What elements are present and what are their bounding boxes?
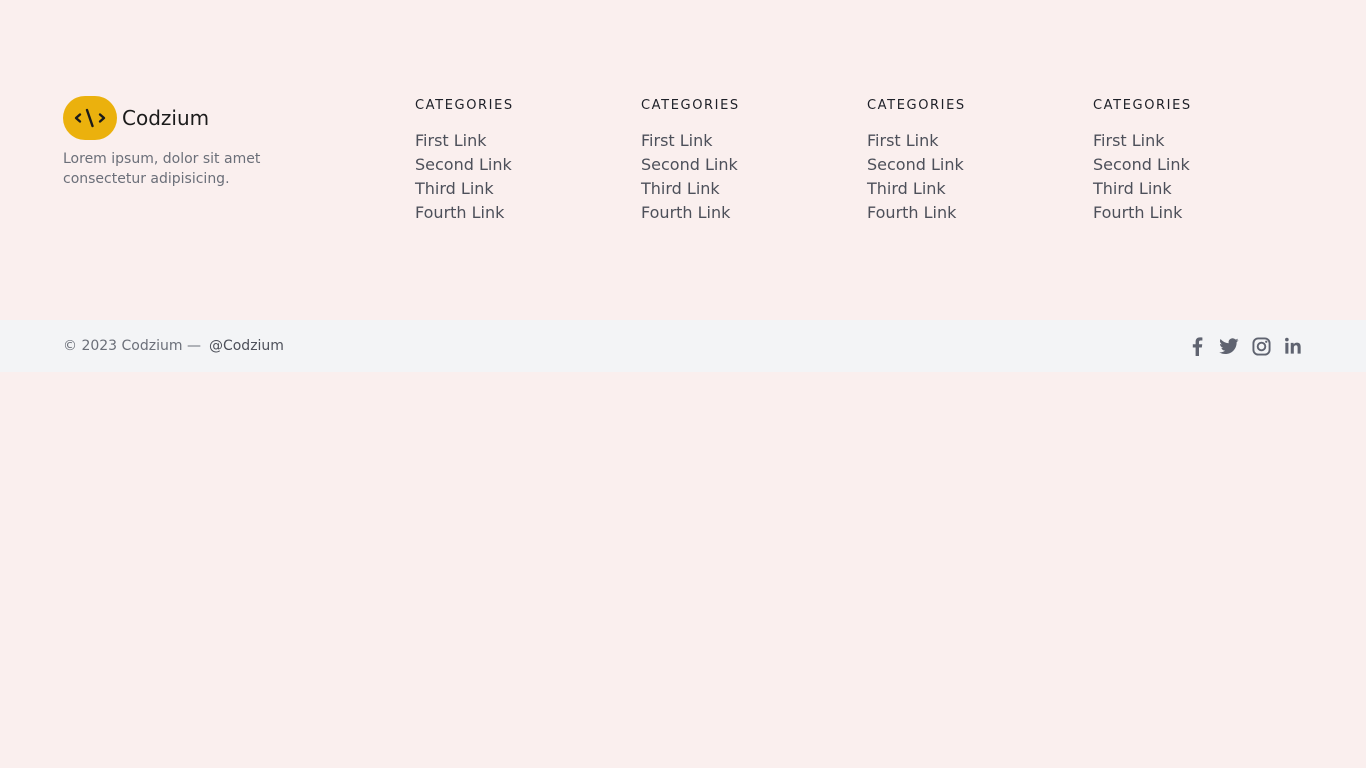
column-heading: CATEGORIES: [415, 98, 514, 113]
list-item: First Link: [641, 129, 841, 153]
link-list: First Link Second Link Third Link Fourth…: [641, 129, 841, 225]
list-item: Second Link: [641, 153, 841, 177]
list-item: Second Link: [415, 153, 615, 177]
social-links: [1175, 320, 1303, 372]
footer-link[interactable]: First Link: [1093, 131, 1165, 150]
footer-top: Codzium Lorem ipsum, dolor sit amet cons…: [0, 0, 1366, 320]
footer-link[interactable]: Fourth Link: [867, 203, 956, 222]
linkedin-icon[interactable]: [1283, 336, 1303, 356]
footer-link[interactable]: Second Link: [867, 155, 964, 174]
social-handle-link[interactable]: @Codzium: [209, 338, 284, 354]
list-item: Fourth Link: [415, 201, 615, 225]
list-item: Fourth Link: [1093, 201, 1293, 225]
footer-link[interactable]: Fourth Link: [641, 203, 730, 222]
instagram-icon[interactable]: [1251, 336, 1271, 356]
brand-description: Lorem ipsum, dolor sit amet consectetur …: [63, 151, 261, 187]
list-item: First Link: [1093, 129, 1293, 153]
column-heading: CATEGORIES: [1093, 98, 1192, 113]
column-heading: CATEGORIES: [641, 98, 740, 113]
copyright-text: © 2023 Codzium —: [63, 338, 201, 354]
list-item: Third Link: [415, 177, 615, 201]
link-column-1: CATEGORIES First Link Second Link Third …: [415, 97, 615, 225]
footer-link[interactable]: Second Link: [415, 155, 512, 174]
list-item: Fourth Link: [867, 201, 1067, 225]
footer-link[interactable]: Third Link: [1093, 179, 1172, 198]
link-column-2: CATEGORIES First Link Second Link Third …: [641, 97, 841, 225]
list-item: Second Link: [1093, 153, 1293, 177]
brand-logo-link[interactable]: Codzium: [63, 96, 323, 140]
footer-link[interactable]: First Link: [867, 131, 939, 150]
link-column-3: CATEGORIES First Link Second Link Third …: [867, 97, 1067, 225]
list-item: First Link: [867, 129, 1067, 153]
footer-link[interactable]: Second Link: [641, 155, 738, 174]
column-heading: CATEGORIES: [867, 98, 966, 113]
list-item: First Link: [415, 129, 615, 153]
facebook-icon[interactable]: [1187, 336, 1207, 356]
copyright: © 2023 Codzium — @Codzium: [63, 320, 284, 372]
footer-link[interactable]: Fourth Link: [415, 203, 504, 222]
brand-name: Codzium: [122, 106, 210, 130]
footer-link[interactable]: Fourth Link: [1093, 203, 1182, 222]
footer-link[interactable]: Third Link: [641, 179, 720, 198]
list-item: Third Link: [867, 177, 1067, 201]
list-item: Second Link: [867, 153, 1067, 177]
brand-block: Codzium Lorem ipsum, dolor sit amet cons…: [63, 96, 323, 189]
link-list: First Link Second Link Third Link Fourth…: [415, 129, 615, 225]
twitter-icon[interactable]: [1219, 336, 1239, 356]
list-item: Fourth Link: [641, 201, 841, 225]
footer-link[interactable]: Third Link: [867, 179, 946, 198]
footer-link[interactable]: First Link: [415, 131, 487, 150]
footer-link[interactable]: Third Link: [415, 179, 494, 198]
list-item: Third Link: [641, 177, 841, 201]
footer-bottom-bar: © 2023 Codzium — @Codzium: [0, 320, 1366, 372]
list-item: Third Link: [1093, 177, 1293, 201]
footer-link[interactable]: Second Link: [1093, 155, 1190, 174]
link-list: First Link Second Link Third Link Fourth…: [1093, 129, 1293, 225]
link-list: First Link Second Link Third Link Fourth…: [867, 129, 1067, 225]
footer-link[interactable]: First Link: [641, 131, 713, 150]
code-brackets-icon: [63, 96, 117, 140]
link-column-4: CATEGORIES First Link Second Link Third …: [1093, 97, 1293, 225]
